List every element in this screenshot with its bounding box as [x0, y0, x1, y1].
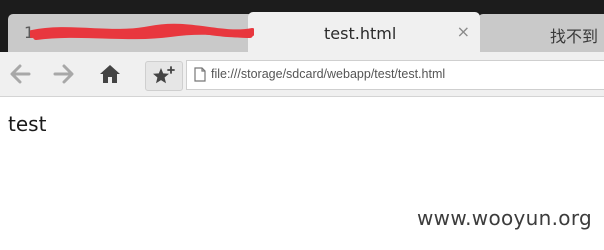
tab-3[interactable]: 找不到 — [478, 14, 604, 52]
back-button[interactable] — [5, 60, 35, 88]
address-bar[interactable]: file:///storage/sdcard/webapp/test/test.… — [186, 60, 604, 90]
tab-test-html[interactable]: test.html × — [248, 12, 480, 52]
close-icon[interactable]: × — [457, 22, 470, 41]
home-icon — [100, 65, 120, 83]
file-page-icon — [194, 67, 206, 82]
browser-window: 1 test.html × 找不到 file:///storage/sdcard… — [0, 0, 604, 250]
tab-strip: 1 test.html × 找不到 — [0, 0, 604, 52]
url-text[interactable]: file:///storage/sdcard/webapp/test/test.… — [211, 67, 445, 81]
watermark: www.wooyun.org — [417, 206, 592, 230]
home-button[interactable] — [95, 60, 125, 88]
tab-3-title: 找不到 — [550, 27, 599, 46]
back-arrow-icon — [10, 64, 31, 84]
redaction-scribble — [30, 23, 254, 40]
forward-arrow-icon — [53, 64, 74, 84]
browser-toolbar: file:///storage/sdcard/webapp/test/test.… — [0, 52, 604, 97]
bookmark-add-star-icon — [153, 66, 175, 84]
bookmark-add-button[interactable] — [145, 61, 183, 91]
tab-test-html-title: test.html — [324, 24, 397, 43]
forward-button[interactable] — [49, 60, 79, 88]
page-body-text: test — [8, 112, 47, 136]
